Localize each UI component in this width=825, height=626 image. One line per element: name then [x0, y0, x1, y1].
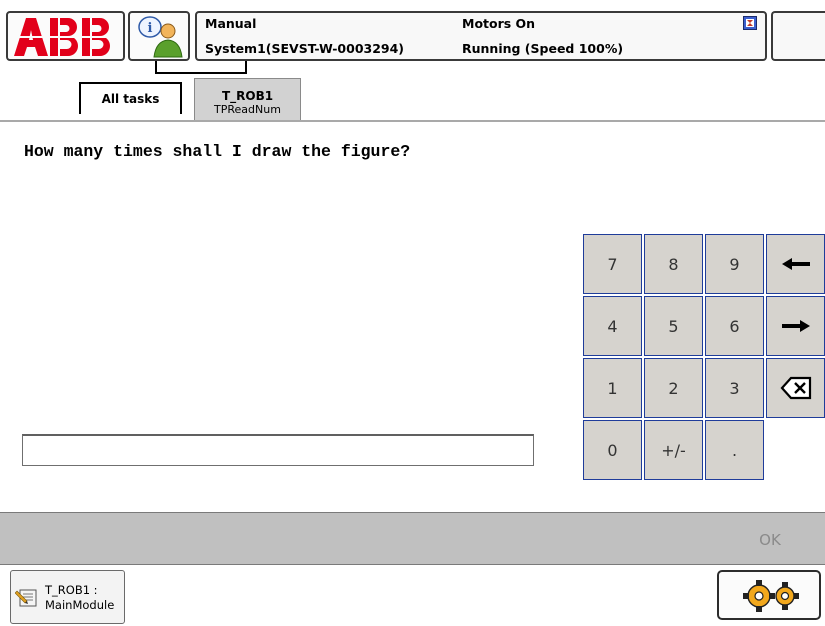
taskbar: T_ROB1 : MainModule: [0, 566, 825, 626]
tab-all-tasks[interactable]: All tasks: [79, 82, 182, 114]
program-state: Running (Speed 100%): [462, 41, 624, 56]
abb-logo: [12, 16, 120, 58]
key-1[interactable]: 1: [583, 358, 642, 418]
prompt-question: How many times shall I draw the figure?: [24, 142, 411, 161]
abb-menu-button[interactable]: [6, 11, 125, 61]
status-flag-icon: [743, 16, 757, 30]
key-9[interactable]: 9: [705, 234, 764, 294]
numeric-keypad: 7 8 9 4 5 6 1 2 3 0 +/- .: [583, 234, 825, 482]
program-module-icon: [15, 589, 37, 607]
key-2[interactable]: 2: [644, 358, 703, 418]
right-arrow-icon: [781, 320, 810, 332]
key-5[interactable]: 5: [644, 296, 703, 356]
cursor-left-button[interactable]: [766, 234, 825, 294]
close-button[interactable]: [771, 11, 825, 61]
tab-all-tasks-label: All tasks: [101, 92, 160, 106]
left-arrow-icon: [781, 258, 810, 270]
key-0[interactable]: 0: [583, 420, 642, 480]
system-name: System1(SEVST-W-0003294): [205, 41, 405, 56]
info-connector-line: [155, 61, 247, 74]
ok-button[interactable]: OK: [735, 526, 805, 554]
tab-t-rob1-title: T_ROB1: [221, 89, 274, 103]
backspace-icon: [780, 376, 811, 400]
key-6[interactable]: 6: [705, 296, 764, 356]
number-input[interactable]: [22, 434, 534, 466]
info-person-icon: i: [138, 16, 183, 58]
taskbar-item-module: MainModule: [45, 598, 115, 612]
key-4[interactable]: 4: [583, 296, 642, 356]
motors-state: Motors On: [462, 16, 536, 31]
key-3[interactable]: 3: [705, 358, 764, 418]
key-8[interactable]: 8: [644, 234, 703, 294]
key-plus-minus[interactable]: +/-: [644, 420, 703, 480]
svg-text:i: i: [148, 21, 153, 36]
header-bar: i Manual System1(SEVST-W-0003294) Motors…: [0, 0, 825, 74]
action-bar: OK: [0, 512, 825, 565]
tab-t-rob1[interactable]: T_ROB1 TPReadNum: [194, 78, 301, 122]
content-divider: [0, 120, 825, 122]
key-7[interactable]: 7: [583, 234, 642, 294]
taskbar-item-task: T_ROB1 :: [45, 583, 98, 597]
quickset-gears-icon: [743, 580, 799, 612]
tab-t-rob1-subtitle: TPReadNum: [214, 103, 281, 116]
backspace-button[interactable]: [766, 358, 825, 418]
info-button[interactable]: i: [128, 11, 190, 61]
operating-mode: Manual: [205, 16, 257, 31]
cursor-right-button[interactable]: [766, 296, 825, 356]
taskbar-item-program[interactable]: T_ROB1 : MainModule: [10, 570, 125, 624]
status-panel[interactable]: Manual System1(SEVST-W-0003294) Motors O…: [195, 11, 767, 61]
ok-button-label: OK: [759, 531, 781, 549]
quickset-button[interactable]: [717, 570, 821, 620]
task-tab-bar: All tasks T_ROB1 TPReadNum: [0, 74, 825, 122]
key-decimal-point[interactable]: .: [705, 420, 764, 480]
